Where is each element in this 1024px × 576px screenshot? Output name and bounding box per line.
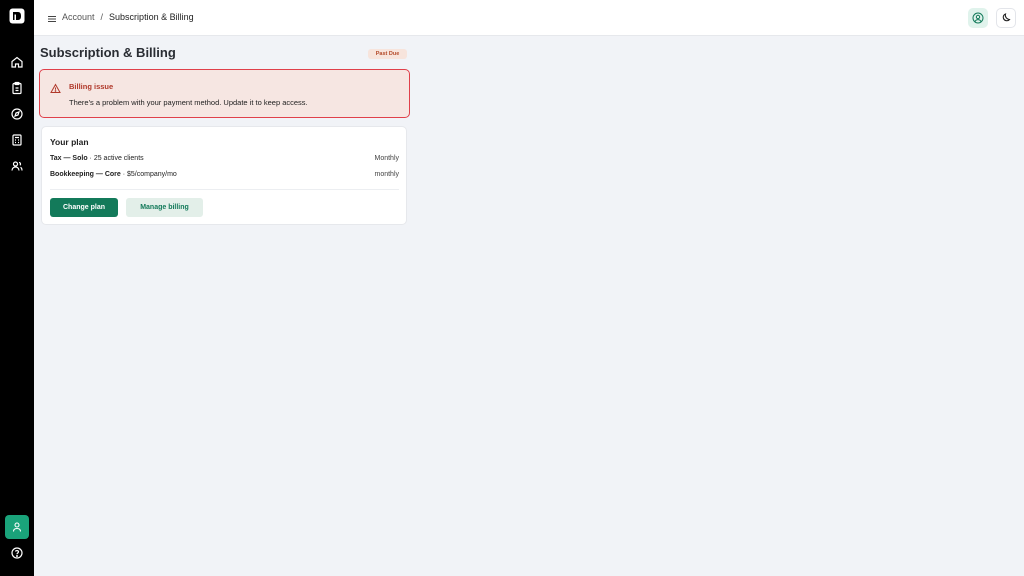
- plan-name: Tax — Solo: [50, 155, 88, 162]
- breadcrumb-account[interactable]: Account: [62, 12, 95, 22]
- compass-icon[interactable]: [10, 107, 24, 121]
- breadcrumb-current: Subscription & Billing: [109, 12, 194, 22]
- plan-detail: · 25 active clients: [87, 155, 144, 162]
- divider: [50, 189, 399, 190]
- users-icon[interactable]: [10, 159, 24, 173]
- manage-billing-button[interactable]: Manage billing: [126, 198, 203, 217]
- breadcrumb-separator: /: [100, 12, 104, 22]
- card-title: Your plan: [50, 137, 89, 147]
- warning-icon: [50, 81, 61, 93]
- profile-button[interactable]: [5, 515, 29, 539]
- status-badge: Past Due: [368, 49, 407, 59]
- home-icon[interactable]: [10, 55, 24, 69]
- user-circle-icon: [972, 12, 984, 24]
- help-icon[interactable]: [10, 546, 24, 560]
- page-title: Subscription & Billing: [40, 45, 176, 60]
- plan-row: Tax — Solo · 25 active clients Monthly: [50, 155, 399, 162]
- billing-alert: Billing issue There's a problem with you…: [39, 69, 410, 118]
- app-logo[interactable]: [9, 8, 25, 24]
- alert-title: Billing issue: [69, 82, 114, 91]
- change-plan-button[interactable]: Change plan: [50, 198, 118, 217]
- clipboard-icon[interactable]: [10, 81, 24, 95]
- top-bar: Account / Subscription & Billing: [34, 0, 1024, 36]
- user-icon: [12, 522, 22, 532]
- sidebar: [0, 0, 34, 576]
- plan-name: Bookkeeping — Core: [50, 171, 121, 178]
- theme-toggle-button[interactable]: [996, 8, 1016, 28]
- alert-message: There's a problem with your payment meth…: [69, 98, 308, 107]
- menu-icon[interactable]: [46, 12, 58, 24]
- plan-detail: · $5/company/mo: [120, 171, 177, 178]
- calculator-icon[interactable]: [10, 133, 24, 147]
- plan-card: Your plan Tax — Solo · 25 active clients…: [41, 126, 407, 225]
- account-avatar-button[interactable]: [968, 8, 988, 28]
- breadcrumb: Account / Subscription & Billing: [62, 12, 194, 22]
- plan-row: Bookkeeping — Core · $5/company/mo month…: [50, 171, 399, 178]
- plan-cycle: Monthly: [374, 155, 399, 162]
- moon-icon: [1002, 13, 1011, 22]
- plan-cycle: monthly: [374, 171, 399, 178]
